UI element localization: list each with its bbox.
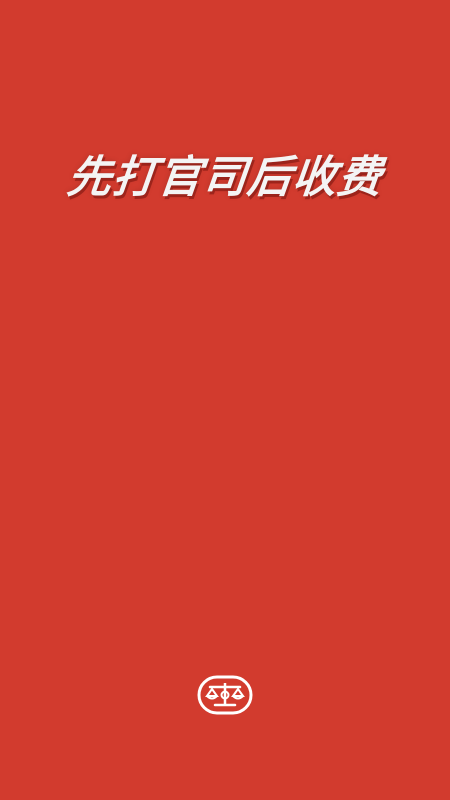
splash-screen: 先打官司后收费 bbox=[0, 0, 450, 800]
justice-scale-logo-icon bbox=[197, 667, 253, 723]
slogan-text: 先打官司后收费 bbox=[64, 152, 386, 203]
